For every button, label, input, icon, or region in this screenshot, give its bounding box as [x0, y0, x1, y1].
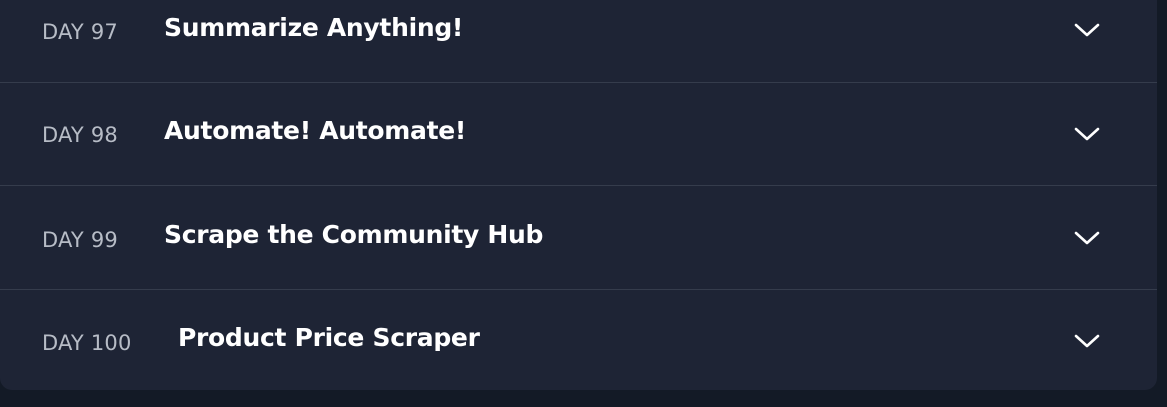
lesson-row-day-98[interactable]: DAY 98 Automate! Automate!	[0, 82, 1157, 185]
day-label: DAY 99	[42, 228, 118, 252]
lesson-title: Automate! Automate!	[164, 116, 467, 145]
lesson-row-day-97[interactable]: DAY 97 Summarize Anything!	[0, 0, 1157, 82]
chevron-down-icon[interactable]	[1073, 21, 1101, 39]
day-label: DAY 98	[42, 123, 118, 147]
lesson-accordion: DAY 97 Summarize Anything! DAY 98 Automa…	[0, 0, 1157, 390]
lesson-title: Scrape the Community Hub	[164, 220, 544, 249]
chevron-down-icon[interactable]	[1073, 332, 1101, 350]
chevron-down-icon[interactable]	[1073, 125, 1101, 143]
chevron-down-icon[interactable]	[1073, 229, 1101, 247]
lesson-title: Product Price Scraper	[178, 323, 480, 352]
lesson-title: Summarize Anything!	[164, 13, 464, 42]
day-label: DAY 100	[42, 331, 132, 355]
lesson-row-day-99[interactable]: DAY 99 Scrape the Community Hub	[0, 186, 1157, 289]
lesson-row-day-100[interactable]: DAY 100 Product Price Scraper	[0, 290, 1157, 390]
day-label: DAY 97	[42, 20, 118, 44]
